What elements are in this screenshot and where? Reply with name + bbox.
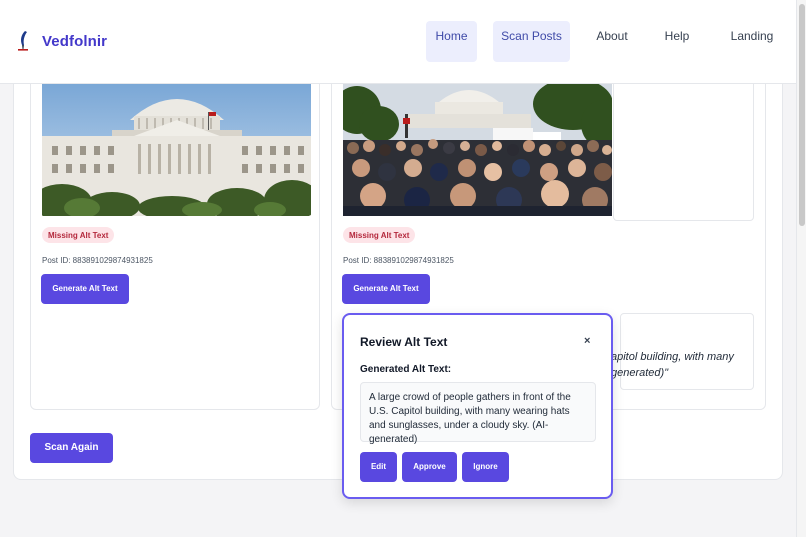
missing-alt-text-badge: Missing Alt Text <box>42 227 115 243</box>
page-scrollbar[interactable] <box>796 0 806 537</box>
generated-alt-text-label: Generated Alt Text: <box>360 364 452 375</box>
alt-text-preview: apitol building, with many generated)" <box>611 349 751 381</box>
edit-button[interactable]: Edit <box>360 452 397 482</box>
post-image-capitol <box>42 84 311 216</box>
post-id: Post ID: 883891029874931825 <box>42 256 153 265</box>
alt-preview-line: generated)" <box>611 367 669 379</box>
post-image-crowd <box>343 84 612 216</box>
generate-alt-text-button[interactable]: Generate Alt Text <box>41 274 129 304</box>
alt-preview-line: apitol building, with many <box>611 351 734 363</box>
scan-again-button[interactable]: Scan Again <box>30 433 113 463</box>
generate-alt-text-button[interactable]: Generate Alt Text <box>342 274 430 304</box>
missing-alt-text-badge: Missing Alt Text <box>343 227 416 243</box>
generated-alt-text[interactable]: A large crowd of people gathers in front… <box>360 382 596 445</box>
review-alt-text-modal: Review Alt Text × Generated Alt Text: A … <box>342 313 613 499</box>
modal-title: Review Alt Text <box>360 335 448 349</box>
main-nav: Home Scan Posts About Help Landing <box>0 21 796 62</box>
ignore-button[interactable]: Ignore <box>462 452 509 482</box>
nav-about[interactable]: About <box>590 21 634 62</box>
nav-landing[interactable]: Landing <box>726 21 778 62</box>
nav-scan-posts[interactable]: Scan Posts <box>493 21 570 62</box>
approve-button[interactable]: Approve <box>402 452 457 482</box>
scrollbar-thumb[interactable] <box>799 4 805 226</box>
close-icon[interactable]: × <box>584 335 590 347</box>
nav-help[interactable]: Help <box>660 21 694 62</box>
app-header: Vedfolnir Home Scan Posts About Help Lan… <box>0 0 796 84</box>
nav-home[interactable]: Home <box>426 21 477 62</box>
post-id: Post ID: 883891029874931825 <box>343 256 454 265</box>
